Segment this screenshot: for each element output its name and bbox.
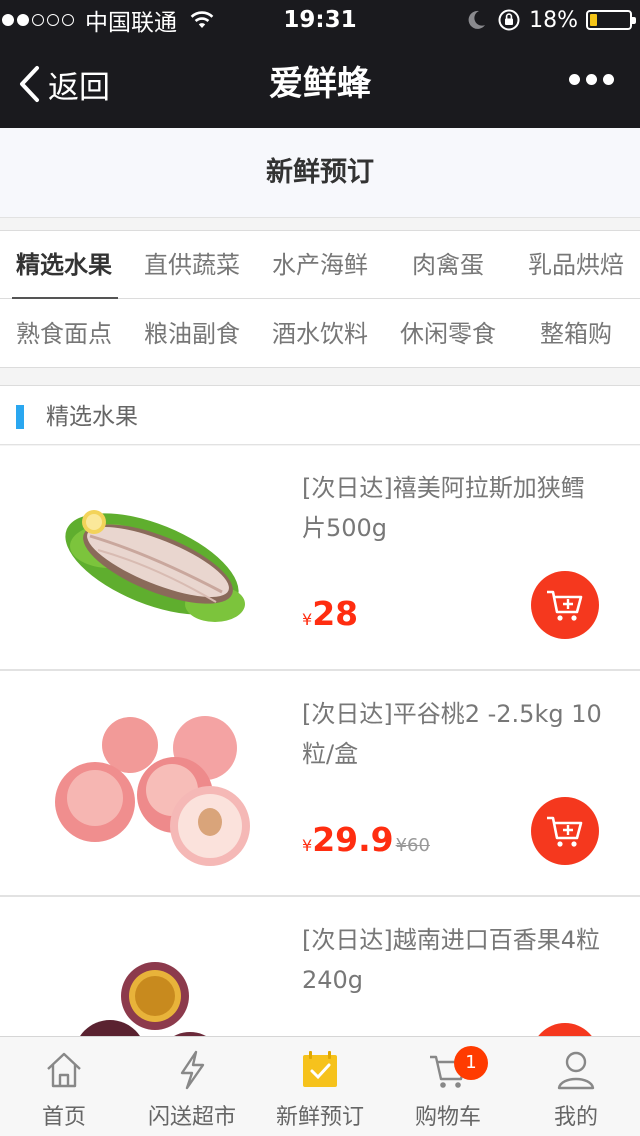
page-title: 新鲜预订 (0, 128, 640, 218)
cart-plus-icon (547, 590, 583, 621)
category-grain-oil[interactable]: 粮油副食 (128, 300, 256, 368)
cart-badge: 1 (454, 1046, 488, 1080)
product-item[interactable]: [次日达]越南进口百香果4粒 240g (0, 898, 640, 1046)
status-bar: 中国联通 19:31 18% (0, 0, 640, 40)
category-dairy-bakery[interactable]: 乳品烘焙 (512, 231, 640, 299)
back-label: 返回 (48, 69, 110, 106)
product-price: ¥29.9 ¥60 (302, 820, 430, 859)
rotation-lock-icon (498, 9, 520, 31)
section-label: 精选水果 (46, 404, 138, 430)
tab-cart[interactable]: 1 购物车 (384, 1037, 512, 1136)
category-meat-eggs[interactable]: 肉禽蛋 (384, 231, 512, 299)
passion-fruit-image (75, 962, 218, 1046)
category-snacks[interactable]: 休闲零食 (384, 300, 512, 368)
price-value: 29.9 (312, 820, 394, 859)
product-list: [次日达]禧美阿拉斯加狭鳕片500g ¥28 [次日达]平谷桃2 -2.5kg … (0, 446, 640, 1046)
back-button[interactable]: 返回 (18, 40, 110, 128)
user-icon (557, 1051, 595, 1090)
category-drinks[interactable]: 酒水饮料 (256, 300, 384, 368)
more-dots-icon[interactable] (563, 74, 614, 85)
battery-nub (632, 17, 636, 24)
product-item[interactable]: [次日达]平谷桃2 -2.5kg 10粒/盒 ¥29.9 ¥60 (0, 672, 640, 897)
category-grid: 精选水果 直供蔬菜 水产海鲜 肉禽蛋 乳品烘焙 熟食面点 粮油副食 酒水饮料 休… (0, 230, 640, 368)
moon-icon (468, 10, 486, 29)
tab-label: 我的 (553, 1105, 598, 1130)
calendar-check-icon (303, 1051, 337, 1087)
price-value: 28 (312, 594, 359, 633)
category-row: 熟食面点 粮油副食 酒水饮料 休闲零食 整箱购 (0, 300, 640, 368)
tab-mine[interactable]: 我的 (512, 1037, 640, 1136)
category-fruit[interactable]: 精选水果 (0, 231, 128, 299)
more-dot (603, 74, 614, 85)
add-to-cart-button[interactable] (531, 571, 599, 639)
tab-label: 购物车 (414, 1105, 481, 1130)
tab-label: 首页 (41, 1105, 86, 1130)
nav-bar: 返回 爱鲜蜂 (0, 40, 640, 128)
category-vegetables[interactable]: 直供蔬菜 (128, 231, 256, 299)
add-to-cart-button[interactable] (531, 797, 599, 865)
product-item[interactable]: [次日达]禧美阿拉斯加狭鳕片500g ¥28 (0, 446, 640, 671)
chevron-left-icon (20, 66, 39, 102)
home-icon (47, 1052, 81, 1088)
more-dot (586, 74, 597, 85)
category-bulk[interactable]: 整箱购 (512, 300, 640, 368)
tab-flash-market[interactable]: 闪送超市 (128, 1037, 256, 1136)
tab-home[interactable]: 首页 (0, 1037, 128, 1136)
tab-fresh-preorder[interactable]: 新鲜预订 (256, 1037, 384, 1136)
battery-icon (586, 10, 636, 30)
tab-bar: 首页 闪送超市 新鲜预订 1 购物车 我的 (0, 1036, 640, 1136)
battery-percent: 18% (529, 7, 578, 33)
section-accent-bar (16, 405, 24, 429)
cart-plus-icon (547, 816, 583, 847)
status-right: 18% (465, 0, 636, 40)
category-seafood[interactable]: 水产海鲜 (256, 231, 384, 299)
category-deli[interactable]: 熟食面点 (0, 300, 128, 368)
currency-symbol: ¥ (302, 610, 313, 629)
currency-symbol: ¥ (302, 836, 313, 855)
product-price: ¥28 (302, 594, 358, 633)
category-row: 精选水果 直供蔬菜 水产海鲜 肉禽蛋 乳品烘焙 (0, 231, 640, 299)
product-name: [次日达]平谷桃2 -2.5kg 10粒/盒 (302, 700, 602, 768)
product-name: [次日达]禧美阿拉斯加狭鳕片500g (302, 474, 585, 542)
tab-label: 新鲜预订 (275, 1105, 364, 1130)
more-dot (569, 74, 580, 85)
battery-level-fill (590, 14, 597, 26)
peach-image (55, 716, 250, 866)
tab-label: 闪送超市 (147, 1105, 236, 1130)
lightning-icon (180, 1050, 205, 1090)
section-header: 精选水果 (0, 385, 640, 445)
fish-fillet-image (65, 510, 245, 622)
product-name: [次日达]越南进口百香果4粒 240g (302, 926, 600, 994)
original-price: ¥60 (395, 835, 430, 856)
